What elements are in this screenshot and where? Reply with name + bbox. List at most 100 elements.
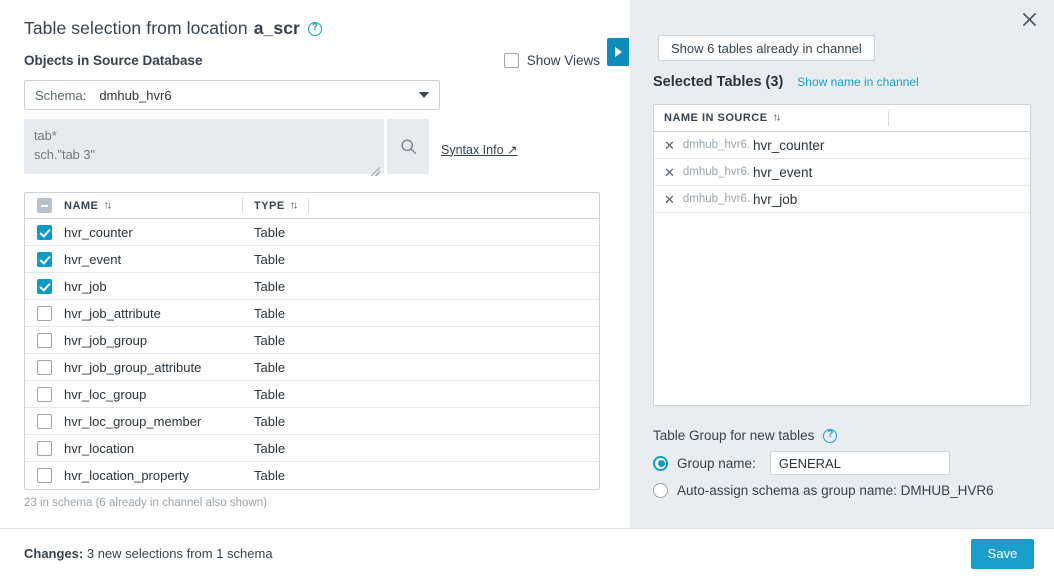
- column-header-type[interactable]: TYPE ↑↓: [242, 198, 296, 213]
- page-title-location: a_scr: [254, 18, 300, 39]
- row-name: hvr_job_group: [64, 333, 242, 348]
- schema-select[interactable]: Schema: dmhub_hvr6: [24, 80, 440, 110]
- select-all-checkbox[interactable]: [37, 198, 52, 213]
- column-header-divider: [308, 198, 309, 213]
- table-selection-dialog: Table selection from location a_scr ? Ob…: [0, 0, 1054, 578]
- row-name: hvr_loc_group_member: [64, 414, 242, 429]
- table-filter-input[interactable]: [24, 119, 384, 174]
- row-type: Table: [242, 441, 285, 456]
- table-row[interactable]: hvr_job Table: [25, 273, 599, 300]
- table-row[interactable]: hvr_loc_group_member Table: [25, 408, 599, 435]
- row-type: Table: [242, 252, 285, 267]
- column-header-name[interactable]: NAME ↑↓: [64, 200, 242, 212]
- page-title: Table selection from location a_scr ?: [24, 18, 630, 39]
- group-name-radio[interactable]: [653, 456, 668, 471]
- selected-tables-list: NAME IN SOURCE ↑↓ ✕ dmhub_hvr6. hvr_coun…: [653, 104, 1031, 406]
- row-type: Table: [242, 387, 285, 402]
- row-name: hvr_job: [64, 279, 242, 294]
- table-group-title-label: Table Group for new tables: [653, 428, 814, 443]
- panel-collapse-handle[interactable]: [607, 38, 629, 66]
- list-item[interactable]: ✕ dmhub_hvr6. hvr_event: [654, 159, 1030, 186]
- show-views-toggle[interactable]: Show Views: [504, 53, 600, 68]
- selected-table-header-row: NAME IN SOURCE ↑↓: [654, 105, 1030, 132]
- row-type: Table: [242, 306, 285, 321]
- row-checkbox[interactable]: [37, 360, 52, 375]
- table-row[interactable]: hvr_loc_group Table: [25, 381, 599, 408]
- column-header-type-label: TYPE: [254, 200, 285, 212]
- chevron-right-icon: [615, 47, 622, 57]
- help-circle-icon[interactable]: ?: [308, 22, 322, 36]
- auto-assign-option-row[interactable]: Auto-assign schema as group name: DMHUB_…: [653, 483, 994, 498]
- search-button[interactable]: [387, 119, 429, 174]
- table-row[interactable]: hvr_counter Table: [25, 219, 599, 246]
- list-item[interactable]: ✕ dmhub_hvr6. hvr_counter: [654, 132, 1030, 159]
- row-name: hvr_location_property: [64, 468, 242, 483]
- remove-icon[interactable]: ✕: [664, 139, 675, 152]
- sort-icon: ↑↓: [290, 199, 297, 211]
- row-checkbox[interactable]: [37, 387, 52, 402]
- row-checkbox[interactable]: [37, 468, 52, 483]
- row-name: hvr_location: [64, 441, 242, 456]
- item-schema: dmhub_hvr6.: [683, 139, 750, 151]
- auto-assign-radio[interactable]: [653, 483, 668, 498]
- row-checkbox[interactable]: [37, 252, 52, 267]
- close-icon: [1022, 12, 1037, 27]
- show-views-checkbox[interactable]: [504, 53, 519, 68]
- group-name-input[interactable]: [770, 451, 950, 475]
- objects-section-title: Objects in Source Database: [24, 53, 203, 68]
- row-checkbox[interactable]: [37, 306, 52, 321]
- source-objects-table: NAME ↑↓ TYPE ↑↓ hvr_counter Table hvr_ev…: [24, 192, 600, 490]
- row-checkbox[interactable]: [37, 441, 52, 456]
- help-circle-icon[interactable]: ?: [823, 429, 837, 443]
- close-button[interactable]: [1016, 6, 1042, 32]
- changes-text: 3 new selections from 1 schema: [87, 546, 273, 561]
- auto-assign-label: Auto-assign schema as group name: DMHUB_…: [677, 483, 994, 498]
- sort-icon: ↑↓: [103, 199, 110, 211]
- table-row[interactable]: hvr_job_group Table: [25, 327, 599, 354]
- table-group-section: Table Group for new tables ? Group name:…: [653, 428, 994, 498]
- show-views-label: Show Views: [527, 53, 600, 68]
- list-item[interactable]: ✕ dmhub_hvr6. hvr_job: [654, 186, 1030, 213]
- remove-icon[interactable]: ✕: [664, 166, 675, 179]
- show-name-in-channel-link[interactable]: Show name in channel: [797, 75, 918, 89]
- table-row[interactable]: hvr_job_attribute Table: [25, 300, 599, 327]
- remove-icon[interactable]: ✕: [664, 193, 675, 206]
- page-title-prefix: Table selection from location: [24, 18, 248, 39]
- selected-tables-title: Selected Tables (3): [653, 74, 783, 90]
- schema-label: Schema:: [35, 88, 86, 103]
- item-name: hvr_job: [753, 192, 797, 207]
- table-row[interactable]: hvr_location Table: [25, 435, 599, 462]
- filter-input-wrap: [24, 119, 384, 179]
- schema-value: dmhub_hvr6: [99, 88, 171, 103]
- table-row[interactable]: hvr_job_group_attribute Table: [25, 354, 599, 381]
- dialog-footer: Changes: 3 new selections from 1 schema …: [0, 528, 1054, 578]
- syntax-info-link[interactable]: Syntax Info ↗: [441, 142, 517, 157]
- column-header-name-in-source[interactable]: NAME IN SOURCE ↑↓: [664, 112, 888, 124]
- filter-row: Syntax Info ↗: [24, 119, 630, 179]
- table-header-row: NAME ↑↓ TYPE ↑↓: [25, 193, 599, 219]
- row-checkbox[interactable]: [37, 279, 52, 294]
- schema-count-footnote: 23 in schema (6 already in channel also …: [24, 497, 630, 509]
- row-type: Table: [242, 279, 285, 294]
- item-schema: dmhub_hvr6.: [683, 166, 750, 178]
- row-type: Table: [242, 225, 285, 240]
- table-row[interactable]: hvr_event Table: [25, 246, 599, 273]
- row-name: hvr_counter: [64, 225, 242, 240]
- search-icon: [400, 138, 417, 155]
- group-name-option-row[interactable]: Group name:: [653, 451, 994, 475]
- selected-tables-header: Selected Tables (3) Show name in channel: [653, 74, 919, 90]
- row-checkbox[interactable]: [37, 333, 52, 348]
- row-checkbox[interactable]: [37, 225, 52, 240]
- row-type: Table: [242, 468, 285, 483]
- row-checkbox[interactable]: [37, 414, 52, 429]
- item-name: hvr_counter: [753, 138, 824, 153]
- item-name: hvr_event: [753, 165, 812, 180]
- group-name-label: Group name:: [677, 456, 756, 471]
- row-name: hvr_event: [64, 252, 242, 267]
- save-button[interactable]: Save: [971, 539, 1034, 569]
- column-header-name-in-source-label: NAME IN SOURCE: [664, 112, 768, 124]
- table-row[interactable]: hvr_location_property Table: [25, 462, 599, 489]
- show-tables-in-channel-button[interactable]: Show 6 tables already in channel: [658, 35, 875, 61]
- row-type: Table: [242, 414, 285, 429]
- changes-label: Changes:: [24, 546, 83, 561]
